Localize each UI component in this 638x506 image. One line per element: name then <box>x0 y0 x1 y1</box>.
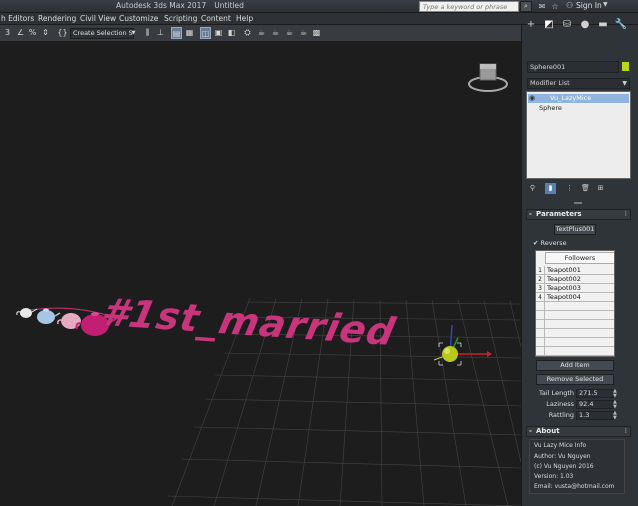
about-version: Version: 1.03 <box>534 473 574 480</box>
spinner-arrows-icon[interactable]: ▲ ▼ <box>613 389 617 399</box>
spinner-arrows-icon[interactable]: ▲ ▼ <box>613 400 617 410</box>
scene-canvas <box>16 63 521 506</box>
favorite-star-icon[interactable]: ☆ <box>549 1 561 12</box>
edit-named-selection-icon[interactable]: {} <box>57 27 68 39</box>
perspective-viewport[interactable]: #1st_married <box>0 42 521 506</box>
stack-toolbar: ⚲ ▮ ⋮ 🗑 ⊞ <box>521 181 638 195</box>
table-row[interactable]: 4 Teapot004 <box>536 293 614 302</box>
table-row-empty[interactable] <box>536 329 614 338</box>
table-row-empty[interactable] <box>536 302 614 311</box>
create-tab-plus-icon[interactable]: + <box>524 18 538 32</box>
add-item-button[interactable]: Add Item <box>536 360 614 371</box>
about-title: Vu Lazy Mice Info <box>534 442 587 449</box>
followers-table[interactable]: Followers 1 Teapot001 2 Teapot002 3 Teapot0… <box>535 250 615 357</box>
menu-content[interactable]: Content <box>201 14 231 23</box>
window-title: Autodesk 3ds Max 2017 Untitled <box>116 1 244 10</box>
hierarchy-tab-icon[interactable]: ⛁ <box>560 18 574 32</box>
panel-divider[interactable] <box>574 202 582 204</box>
about-rollout-header[interactable]: - About ⁞ <box>526 426 631 437</box>
angle-snap-icon[interactable]: ∠ <box>15 27 26 39</box>
render-iterative-icon[interactable]: ☕ <box>284 27 295 39</box>
main-toolbar: 3 ∠ % ⇕ {} Create Selection Se ▼ ⫼ ⊥ ▤ ▦… <box>0 25 521 42</box>
render-online-icon[interactable]: ▩ <box>311 27 322 39</box>
align-icon[interactable]: ⊥ <box>155 27 166 39</box>
ribbon-toggle-icon[interactable]: ▦ <box>184 27 195 39</box>
modifier-stack: ◉ Vu_LazyMice Sphere <box>526 91 631 179</box>
show-end-result-icon[interactable]: ▮ <box>545 183 556 194</box>
render-production-icon[interactable]: ☕ <box>270 27 281 39</box>
rattling-label: Rattling <box>548 411 574 419</box>
title-bar: Autodesk 3ds Max 2017Untitled ⌕ ✉ ☆ ⚇ Si… <box>0 0 638 13</box>
about-copyright: (c) Vu Nguyen 2016 <box>534 463 594 470</box>
modify-tab-icon[interactable]: ◩ <box>542 18 556 32</box>
menu-civil-view[interactable]: Civil View <box>80 14 116 23</box>
stack-item-sphere[interactable]: Sphere <box>528 104 629 113</box>
object-color-swatch[interactable] <box>622 62 629 71</box>
table-row[interactable]: 2 Teapot002 <box>536 275 614 284</box>
search-icon[interactable]: ⌕ <box>520 1 532 12</box>
rendered-frame-icon[interactable]: ☕ <box>256 27 267 39</box>
stack-item-vu-lazymice[interactable]: ◉ Vu_LazyMice <box>528 94 629 103</box>
menu-scripting[interactable]: Scripting <box>164 14 197 23</box>
menu-rendering[interactable]: Rendering <box>38 14 76 23</box>
chevron-down-icon[interactable]: ▼ <box>128 27 139 39</box>
menu-editors[interactable]: h Editors <box>1 14 34 23</box>
table-row[interactable]: 3 Teapot003 <box>536 284 614 293</box>
about-info-box: Vu Lazy Mice Info Author: Vu Nguyen (c) … <box>529 439 625 494</box>
eye-icon[interactable]: ◉ <box>529 94 535 103</box>
remove-modifier-trash-icon[interactable]: 🗑 <box>580 183 591 194</box>
menu-help[interactable]: Help <box>236 14 253 23</box>
modifier-list-dropdown[interactable]: Modifier List ▼ <box>527 78 630 89</box>
chevron-down-icon[interactable]: ▼ <box>603 1 608 8</box>
utilities-tab-wrench-icon[interactable]: 🔧 <box>614 18 628 32</box>
search-input[interactable] <box>419 1 519 12</box>
tail-length-label: Tail Length <box>539 389 574 397</box>
viewcube[interactable] <box>468 63 508 92</box>
table-row-empty[interactable] <box>536 311 614 320</box>
table-row[interactable]: 1 Teapot001 <box>536 266 614 275</box>
render-setup-icon[interactable]: ⛭ <box>242 27 253 39</box>
pin-stack-icon[interactable]: ⚲ <box>527 183 538 194</box>
schematic-view-icon[interactable]: ▣ <box>213 27 224 39</box>
followers-header: Followers <box>545 252 614 264</box>
percent-snap-icon[interactable]: % <box>27 27 38 39</box>
spinner-snap-icon[interactable]: ⇕ <box>40 27 51 39</box>
sign-in-link[interactable]: Sign In <box>576 1 602 10</box>
parameters-rollout-header[interactable]: - Parameters ⁞ <box>526 209 631 220</box>
menu-customize[interactable]: Customize <box>119 14 158 23</box>
user-icon[interactable]: ⚇ <box>566 1 573 10</box>
exchange-icon[interactable]: ✉ <box>536 1 548 12</box>
laziness-spinner[interactable]: 92.4 <box>576 400 614 409</box>
laziness-label: Laziness <box>546 400 574 408</box>
reverse-checkbox[interactable]: ✔ Reverse <box>533 239 567 247</box>
chevron-down-icon: ▼ <box>622 80 627 87</box>
selection-set-dropdown[interactable]: Create Selection Se <box>70 28 134 39</box>
render-activeshade-icon[interactable]: ☕ <box>298 27 309 39</box>
table-row-empty[interactable] <box>536 347 614 356</box>
make-unique-icon[interactable]: ⋮ <box>564 183 575 194</box>
snap-3d-icon[interactable]: 3 <box>2 27 13 39</box>
curve-editor-icon[interactable]: ◫ <box>200 27 211 39</box>
teapot-002[interactable] <box>57 313 81 329</box>
layer-explorer-icon[interactable]: ▤ <box>171 27 182 39</box>
rattling-spinner[interactable]: 1.3 <box>576 411 614 420</box>
motion-tab-icon[interactable]: ● <box>578 18 592 32</box>
table-row-empty[interactable] <box>536 320 614 329</box>
display-tab-icon[interactable]: ▬ <box>596 18 610 32</box>
pick-text-button[interactable]: TextPlus001 <box>554 224 596 235</box>
object-name-field[interactable]: Sphere001 <box>527 61 619 73</box>
mirror-icon[interactable]: ⫼ <box>142 27 153 39</box>
about-email: Email: vusta@hotmail.com <box>534 483 615 490</box>
checkmark-icon: ✔ <box>533 239 541 247</box>
about-author: Author: Vu Nguyen <box>534 453 591 460</box>
remove-selected-button[interactable]: Remove Selected <box>536 374 614 385</box>
configure-sets-icon[interactable]: ⊞ <box>595 183 606 194</box>
app-window: Autodesk 3ds Max 2017Untitled ⌕ ✉ ☆ ⚇ Si… <box>0 0 638 506</box>
table-row-empty[interactable] <box>536 338 614 347</box>
material-editor-icon[interactable]: ◧ <box>226 27 237 39</box>
tail-length-spinner[interactable]: 271.5 <box>576 389 614 398</box>
teapot-003[interactable] <box>37 308 61 325</box>
spinner-arrows-icon[interactable]: ▲ ▼ <box>613 411 617 421</box>
